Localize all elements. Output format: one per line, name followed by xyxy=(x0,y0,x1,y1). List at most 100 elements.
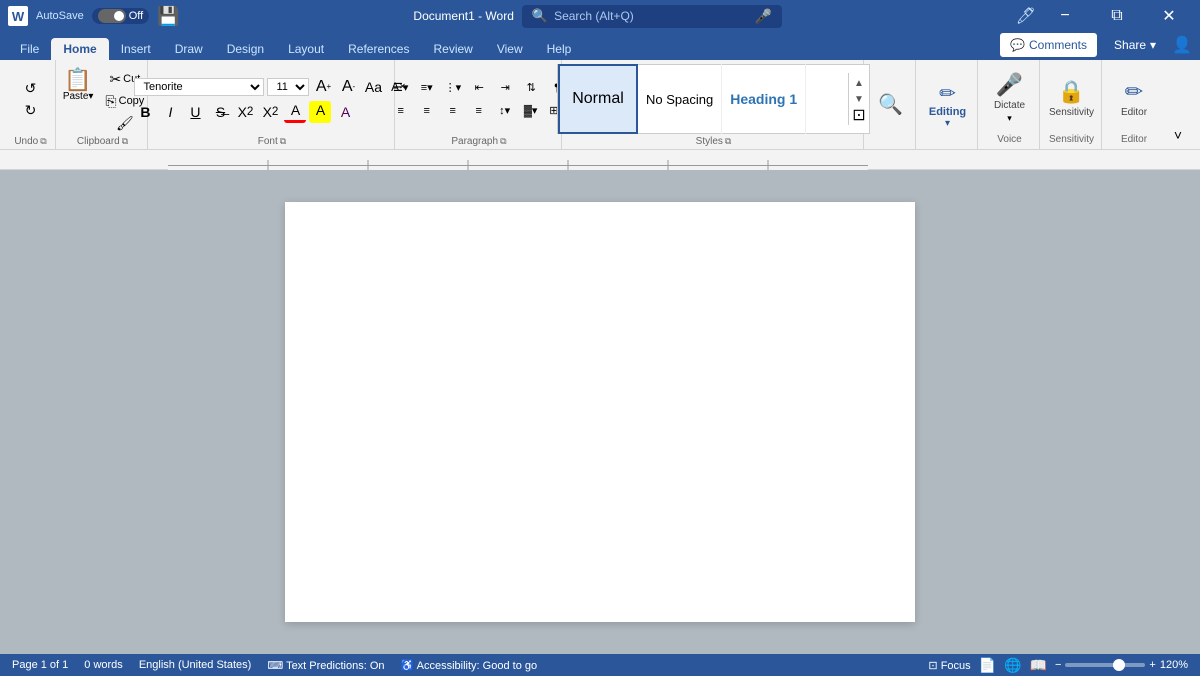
find-icon: 🔍 xyxy=(878,92,903,117)
undo-expand-icon[interactable]: ⧉ xyxy=(40,136,46,147)
tab-review[interactable]: Review xyxy=(421,38,484,60)
font-content: Tenorite 11 A+ A- Aa A✕ B I U S̶ X2 X xyxy=(134,64,409,134)
copy-icon: ⎘ xyxy=(105,94,116,108)
multilevel-button[interactable]: ⋮▾ xyxy=(441,78,466,98)
tab-draw[interactable]: Draw xyxy=(163,38,215,60)
styles-expand-icon[interactable]: ⧉ xyxy=(725,136,731,147)
style-normal[interactable]: Normal xyxy=(558,64,638,134)
bullets-button[interactable]: ☰▾ xyxy=(389,78,413,98)
tab-references[interactable]: References xyxy=(336,38,421,60)
font-group-label: Font ⧉ xyxy=(258,134,286,147)
redo-button[interactable]: ↻ xyxy=(19,100,43,120)
focus-label: Focus xyxy=(941,660,971,672)
tab-insert[interactable]: Insert xyxy=(109,38,163,60)
styles-gallery: Normal No Spacing Heading 1 ▲ ▼ ⊡ xyxy=(557,64,870,134)
title-bar-center: Document1 - Word 🔍 🎤 xyxy=(180,5,1016,28)
paragraph-expand-icon[interactable]: ⧉ xyxy=(500,136,506,147)
numbering-button[interactable]: ≡▾ xyxy=(415,78,439,98)
comments-button[interactable]: 💬 Comments xyxy=(999,32,1098,58)
doc-title: Document1 - Word xyxy=(413,9,513,23)
style-no-spacing[interactable]: No Spacing xyxy=(638,64,722,134)
page-view-button[interactable]: 📄 xyxy=(979,657,996,674)
align-right-button[interactable]: ≡ xyxy=(441,101,465,121)
decrease-indent-button[interactable]: ⇤ xyxy=(467,78,491,98)
minimize-button[interactable]: − xyxy=(1042,0,1088,32)
tab-home[interactable]: Home xyxy=(51,38,108,60)
focus-button[interactable]: ⊡ Focus xyxy=(928,659,970,672)
justify-button[interactable]: ≡ xyxy=(467,101,491,121)
increase-font-btn[interactable]: A+ xyxy=(312,76,334,98)
ribbon-collapse-button[interactable]: ˅ xyxy=(1166,125,1190,145)
editing-label: Editing xyxy=(929,106,966,118)
clipboard-group-label: Clipboard ⧉ xyxy=(77,134,128,147)
word-count: 0 words xyxy=(84,659,123,671)
clipboard-expand-icon[interactable]: ⧉ xyxy=(122,136,128,147)
strikethrough-button[interactable]: S̶ xyxy=(209,101,231,123)
subscript-button[interactable]: X2 xyxy=(234,101,256,123)
sort-button[interactable]: ⇅ xyxy=(519,78,543,98)
undo-button[interactable]: ↺ xyxy=(19,78,43,98)
italic-button[interactable]: I xyxy=(159,101,181,123)
tab-file[interactable]: File xyxy=(8,38,51,60)
style-heading1[interactable]: Heading 1 xyxy=(722,64,806,134)
tab-view[interactable]: View xyxy=(485,38,535,60)
font-effect-btn[interactable]: A xyxy=(334,101,356,123)
font-size-select[interactable]: 11 xyxy=(267,78,309,96)
line-spacing-button[interactable]: ↕▾ xyxy=(493,101,517,121)
styles-expand-button[interactable]: ⊡ xyxy=(851,107,867,123)
autosave-toggle[interactable]: Off xyxy=(92,8,149,24)
font-family-select[interactable]: Tenorite xyxy=(134,78,264,96)
restore-button[interactable]: ⧉ xyxy=(1094,0,1140,32)
font-color-btn[interactable]: A xyxy=(284,101,306,123)
shading-button[interactable]: ▓▾ xyxy=(519,101,543,121)
sensitivity-icon: 🔒 xyxy=(1058,79,1085,105)
font-expand-icon[interactable]: ⧉ xyxy=(280,136,286,147)
editor-group: ✏ Editor Editor xyxy=(1104,60,1164,149)
decrease-font-btn[interactable]: A- xyxy=(337,76,359,98)
editing-button[interactable]: ✏ Editing ▾ xyxy=(921,77,974,133)
horizontal-ruler xyxy=(0,150,1200,170)
read-view-button[interactable]: 📖 xyxy=(1030,657,1047,674)
toggle-state-label: Off xyxy=(129,10,143,22)
search-input[interactable] xyxy=(554,9,748,23)
tab-layout[interactable]: Layout xyxy=(276,38,336,60)
text-predictions-label: Text Predictions: On xyxy=(286,660,384,672)
accessibility-label: Accessibility: Good to go xyxy=(417,660,537,672)
share-button[interactable]: Share ▾ xyxy=(1104,32,1166,58)
paste-dropdown-icon[interactable]: ▾ xyxy=(88,91,93,102)
close-button[interactable]: ✕ xyxy=(1146,0,1192,32)
undo-icon: ↺ xyxy=(25,81,37,95)
save-icon[interactable]: 💾 xyxy=(157,6,179,27)
mic-icon[interactable]: 🎤 xyxy=(754,8,771,25)
paragraph-group-label: Paragraph ⧉ xyxy=(451,134,506,147)
font-row1: Tenorite 11 A+ A- Aa A✕ xyxy=(134,76,409,98)
highlight-color-btn[interactable]: A xyxy=(309,101,331,123)
underline-button[interactable]: U xyxy=(184,101,206,123)
pen-icon[interactable]: 🖊 xyxy=(1016,6,1036,26)
paste-button[interactable]: 📋 Paste ▾ xyxy=(57,65,100,106)
document-page[interactable] xyxy=(285,202,915,622)
paragraph-group: ☰▾ ≡▾ ⋮▾ ⇤ ⇥ ⇅ ¶ ≡ ≡ ≡ ≡ ↕▾ ▓▾ ⊞▾ xyxy=(397,60,562,149)
style-normal-preview: Normal xyxy=(572,90,624,108)
editor-group-label: Editor xyxy=(1121,132,1147,145)
tab-design[interactable]: Design xyxy=(215,38,276,60)
zoom-slider[interactable] xyxy=(1065,663,1145,667)
web-view-button[interactable]: 🌐 xyxy=(1004,657,1021,674)
comments-icon: 💬 xyxy=(1010,38,1025,52)
format-painter-icon: 🖌 xyxy=(116,116,134,130)
change-case-btn[interactable]: Aa xyxy=(362,76,384,98)
document-scroll-area[interactable] xyxy=(0,170,1200,654)
bold-button[interactable]: B xyxy=(134,101,156,123)
tab-help[interactable]: Help xyxy=(535,38,584,60)
align-left-button[interactable]: ≡ xyxy=(389,101,413,121)
superscript-button[interactable]: X2 xyxy=(259,101,281,123)
styles-content: Normal No Spacing Heading 1 ▲ ▼ ⊡ xyxy=(557,64,870,134)
zoom-out-button[interactable]: − xyxy=(1055,659,1061,671)
status-bar: Page 1 of 1 0 words English (United Stat… xyxy=(0,654,1200,676)
styles-scroll-up[interactable]: ▲ xyxy=(851,75,867,91)
align-center-button[interactable]: ≡ xyxy=(415,101,439,121)
increase-indent-button[interactable]: ⇥ xyxy=(493,78,517,98)
person-icon[interactable]: 👤 xyxy=(1172,35,1192,55)
find-button[interactable]: 🔍 xyxy=(874,90,907,119)
zoom-in-button[interactable]: + xyxy=(1149,659,1155,671)
